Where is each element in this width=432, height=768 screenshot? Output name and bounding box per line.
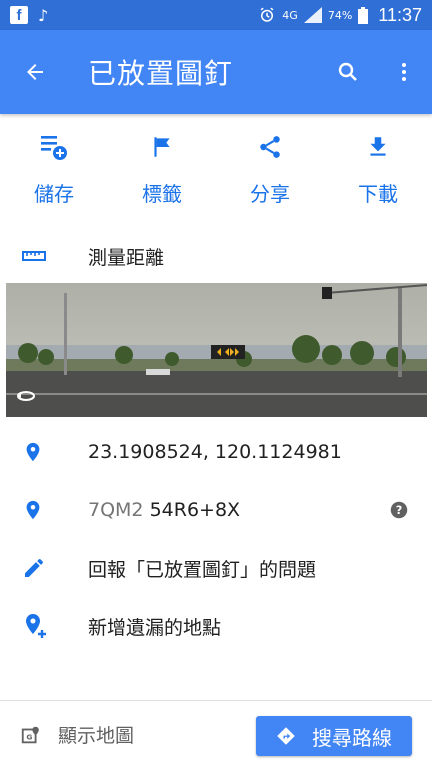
report-problem-label: 回報「已放置圖釘」的問題 [88, 558, 317, 581]
directions-label: 搜尋路線 [312, 725, 392, 750]
measure-distance-label: 測量距離 [88, 246, 165, 269]
share-label: 分享 [250, 182, 290, 206]
directions-icon [277, 727, 295, 745]
share-action-button[interactable]: 分享 [216, 130, 324, 210]
alarm-icon [260, 7, 274, 22]
svg-text:?: ? [396, 504, 403, 517]
network-type: 4G [282, 8, 298, 22]
playlist-add-icon [41, 136, 67, 160]
facebook-icon: f [10, 6, 28, 24]
show-map-label: 顯示地圖 [58, 725, 135, 747]
music-note-icon: ♪ [38, 5, 49, 25]
search-button[interactable] [320, 30, 376, 114]
ruler-icon [22, 251, 46, 261]
coordinates-text: 23.1908524, 120.1124981 [88, 441, 342, 463]
signal-icon [303, 7, 322, 23]
battery-percent: 74% [327, 8, 353, 22]
search-icon [338, 62, 357, 81]
edit-pencil-icon [25, 559, 43, 577]
status-bar: f ♪ 4G 74% 11:37 [0, 0, 432, 30]
show-map-button[interactable]: G 顯示地圖 [20, 721, 134, 748]
place-pin-icon [26, 500, 40, 520]
save-action-button[interactable]: 儲存 [0, 130, 108, 210]
app-bar: 已放置圖釘 [0, 30, 432, 114]
plus-code-value: 54R6+8X [149, 499, 241, 521]
map-icon: G [21, 726, 39, 743]
plus-code-row[interactable]: 7QM2 54R6+8X ? [0, 490, 432, 530]
plus-code-prefix: 7QM2 [88, 499, 144, 521]
add-missing-place-row[interactable]: 新增遺漏的地點 [0, 606, 432, 646]
coordinates-row[interactable]: 23.1908524, 120.1124981 [0, 432, 432, 472]
add-missing-place-label: 新增遺漏的地點 [88, 616, 222, 639]
battery-icon [358, 6, 369, 24]
download-icon [370, 137, 386, 156]
more-vert-icon [402, 63, 406, 81]
arrow-back-icon [27, 64, 43, 80]
directions-button[interactable]: 搜尋路線 [256, 716, 412, 756]
save-label: 儲存 [34, 182, 74, 206]
download-action-button[interactable]: 下載 [324, 130, 432, 210]
svg-text:G: G [26, 732, 32, 741]
street-view-thumbnail[interactable] [6, 283, 427, 417]
add-location-icon [26, 614, 46, 638]
action-row: 儲存 標籤 分享 下載 [0, 130, 432, 210]
place-pin-icon [26, 442, 40, 462]
label-label: 標籤 [142, 182, 182, 206]
help-icon[interactable]: ? [390, 501, 408, 519]
flag-icon [154, 137, 170, 157]
clock-time: 11:37 [378, 4, 422, 25]
street-view-image [6, 283, 427, 417]
plus-code-text: 7QM2 54R6+8X [88, 499, 240, 521]
download-label: 下載 [358, 182, 398, 206]
measure-distance-row[interactable]: 測量距離 [0, 236, 432, 276]
report-problem-row[interactable]: 回報「已放置圖釘」的問題 [0, 548, 432, 588]
page-title: 已放置圖釘 [88, 57, 234, 90]
back-button[interactable] [0, 30, 70, 114]
more-options-button[interactable] [376, 30, 432, 114]
bottom-bar: G 顯示地圖 搜尋路線 [0, 700, 432, 768]
rotate-360-icon [17, 391, 35, 401]
label-action-button[interactable]: 標籤 [108, 130, 216, 210]
share-icon [260, 136, 280, 158]
